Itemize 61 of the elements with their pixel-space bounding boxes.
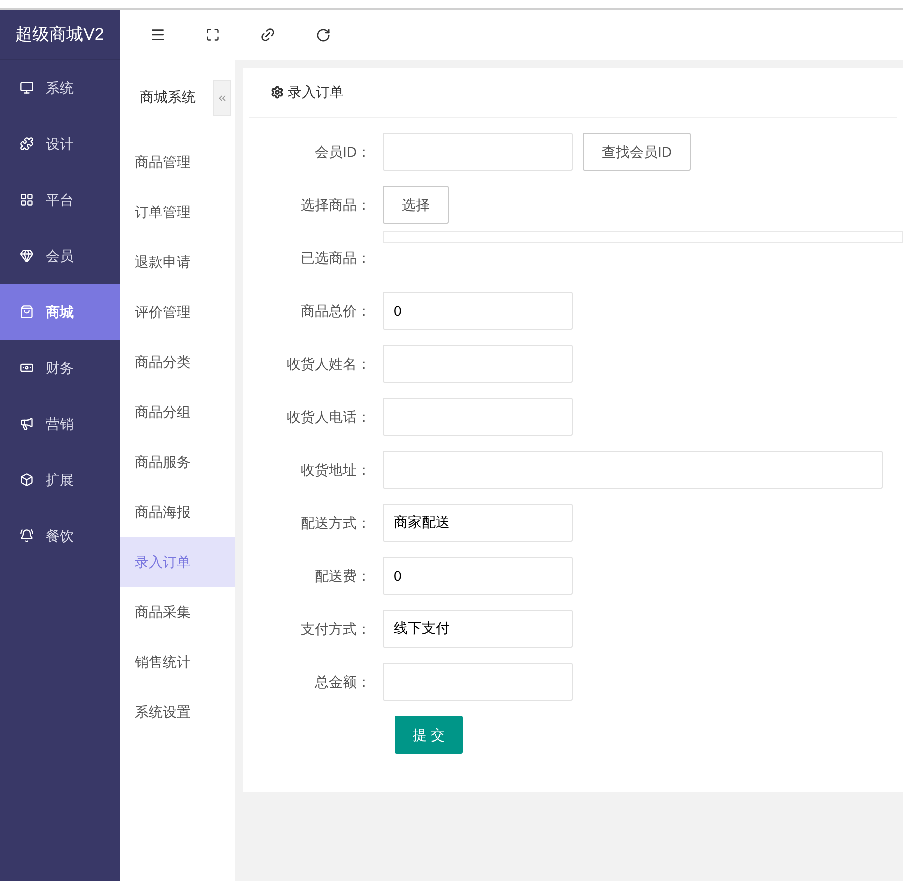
sub-menu-item[interactable]: 商品服务 xyxy=(120,437,235,487)
gear-icon xyxy=(271,86,284,99)
sidebar-item[interactable]: 商城 xyxy=(0,284,120,340)
sub-menu-item[interactable]: 评价管理 xyxy=(120,287,235,337)
monitor-icon xyxy=(20,81,34,95)
sub-menu-item[interactable]: 系统设置 xyxy=(120,687,235,737)
collapse-button[interactable] xyxy=(213,80,231,116)
sub-menu-item[interactable]: 退款申请 xyxy=(120,237,235,287)
sub-menu-item[interactable]: 商品采集 xyxy=(120,587,235,637)
card-title: 录入订单 xyxy=(288,83,344,102)
sub-menu-item[interactable]: 商品分类 xyxy=(120,337,235,387)
field-label: 商品总价： xyxy=(300,302,372,320)
sidebar-item[interactable]: 扩展 xyxy=(0,452,120,508)
fullscreen-icon[interactable] xyxy=(206,28,220,42)
input-field[interactable] xyxy=(383,133,573,171)
menu-icon[interactable] xyxy=(150,27,166,43)
field-label: 配送方式： xyxy=(300,514,372,532)
field-label: 收货地址： xyxy=(300,460,372,480)
sub-menu-item[interactable]: 销售统计 xyxy=(120,637,235,687)
input-field[interactable]: 商家配送 xyxy=(383,504,573,542)
select-button[interactable]: 选择 xyxy=(383,186,449,224)
megaphone-icon xyxy=(20,417,34,431)
banknote-icon xyxy=(20,361,34,375)
field-label: 会员ID： xyxy=(314,142,372,162)
input-field[interactable]: 0 xyxy=(383,292,573,330)
field-label: 配送费： xyxy=(314,566,372,586)
sidebar-item[interactable]: 平台 xyxy=(0,172,120,228)
puzzle-icon xyxy=(20,137,34,151)
service-bell-icon xyxy=(20,529,34,543)
field-label: 支付方式： xyxy=(300,620,372,638)
input-field[interactable] xyxy=(383,345,573,383)
input-field[interactable]: 0 xyxy=(383,557,573,595)
gem-icon xyxy=(20,249,34,263)
sub-sidebar-title: 商城系统 xyxy=(139,88,196,107)
field-label: 选择商品： xyxy=(300,196,372,214)
sidebar-item[interactable]: 财务 xyxy=(0,340,120,396)
field-label: 已选商品： xyxy=(300,248,372,268)
sidebar-item[interactable]: 系统 xyxy=(0,60,120,116)
input-field[interactable]: 线下支付 xyxy=(383,610,573,648)
input-field[interactable] xyxy=(383,663,573,701)
sidebar-item[interactable]: 会员 xyxy=(0,228,120,284)
submit-button[interactable]: 提 交 xyxy=(395,716,463,754)
double-chevron-icon xyxy=(216,92,228,104)
sub-menu-item[interactable]: 商品分组 xyxy=(120,387,235,437)
grid-icon xyxy=(20,193,34,207)
field-label: 收货人姓名： xyxy=(286,354,372,374)
cube-icon xyxy=(20,473,34,487)
bag-icon xyxy=(20,305,34,319)
field-label: 收货人电话： xyxy=(286,408,372,426)
sidebar-item[interactable]: 营销 xyxy=(0,396,120,452)
input-field[interactable] xyxy=(383,398,573,436)
sub-menu-item[interactable]: 商品管理 xyxy=(120,137,235,187)
sub-menu-item[interactable]: 订单管理 xyxy=(120,187,235,237)
sidebar-item[interactable]: 设计 xyxy=(0,116,120,172)
sub-menu-item[interactable]: 商品海报 xyxy=(120,487,235,537)
input-field[interactable] xyxy=(383,451,883,489)
refresh-icon[interactable] xyxy=(316,28,331,42)
find-member-button[interactable]: 查找会员ID xyxy=(583,133,691,171)
field-label: 总金额： xyxy=(314,672,372,692)
sidebar-item[interactable]: 餐饮 xyxy=(0,508,120,564)
brand-logo: 超级商城V2 xyxy=(16,24,104,46)
